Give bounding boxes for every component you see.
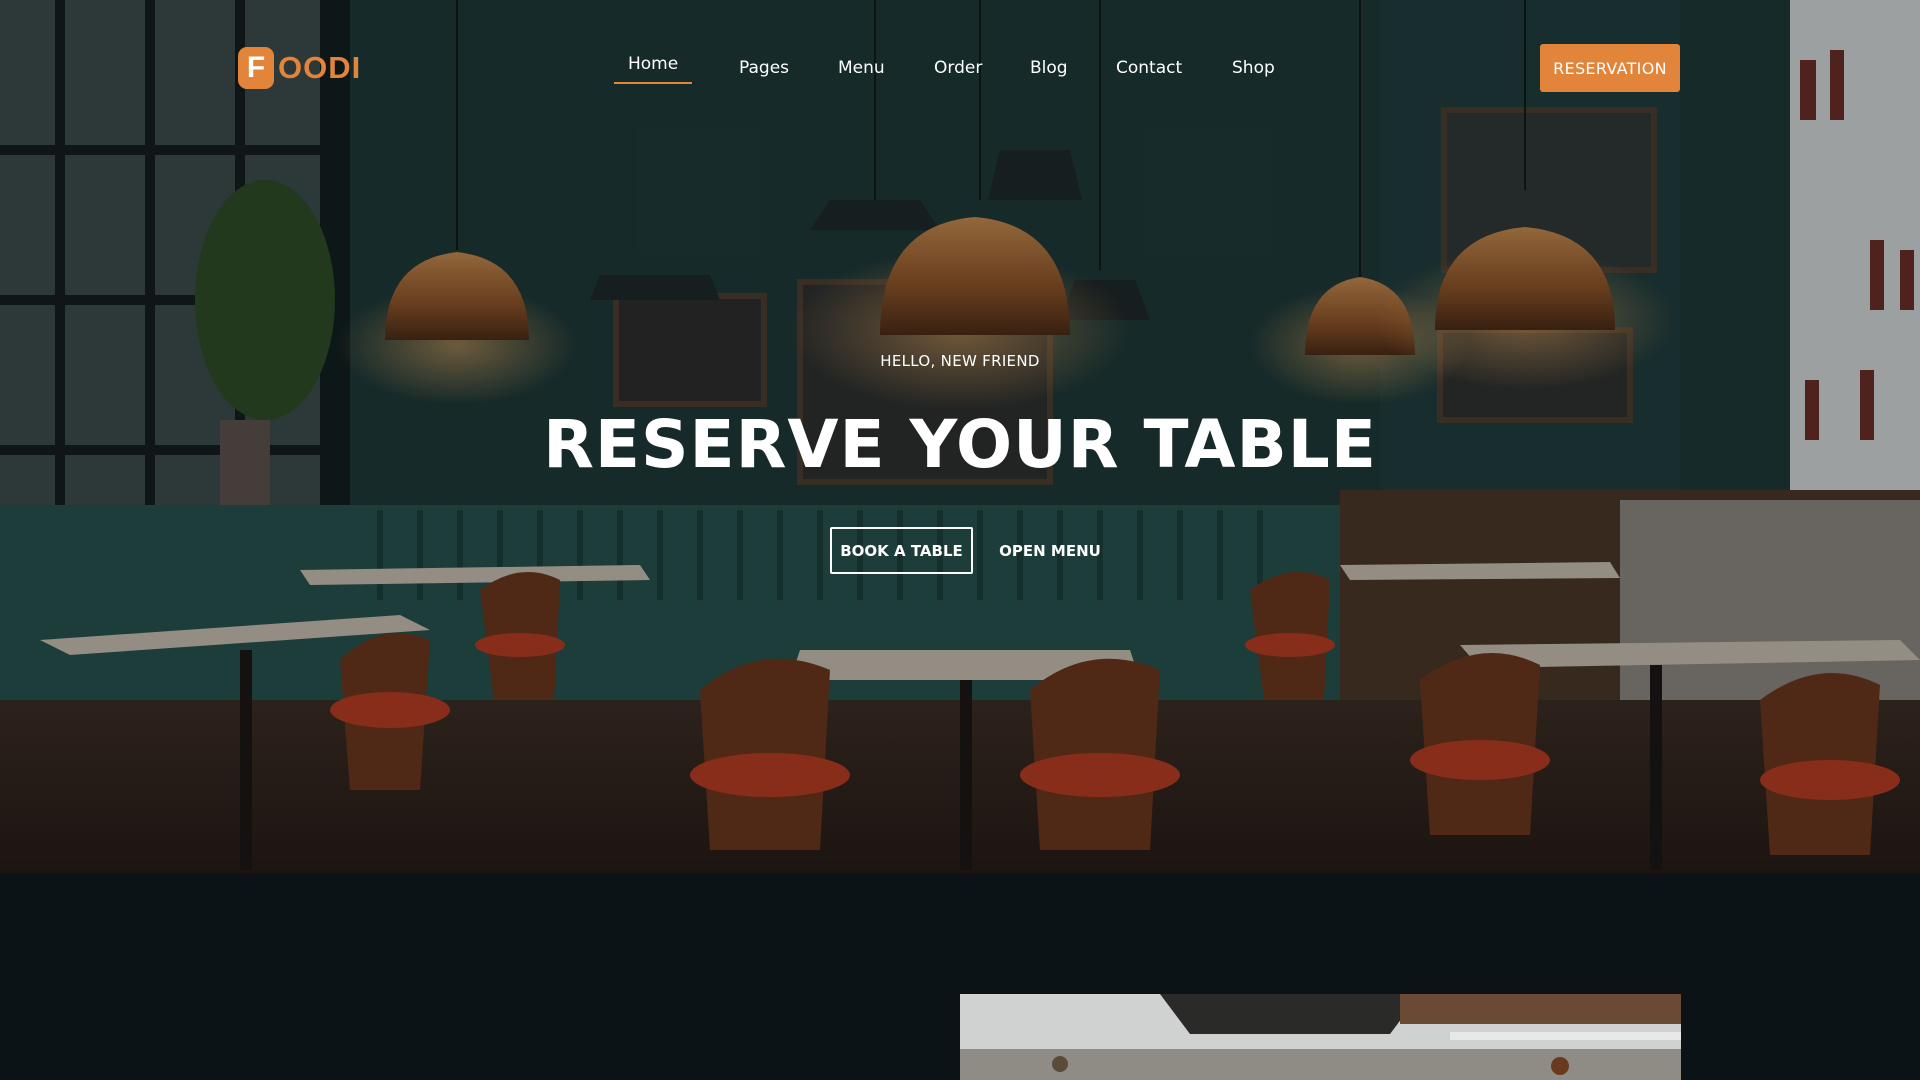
brand-logo[interactable]: F OODI [238, 46, 361, 90]
reservation-button[interactable]: RESERVATION [1540, 44, 1680, 92]
nav-shop[interactable]: Shop [1232, 50, 1275, 86]
hero-title: RESERVE YOUR TABLE [543, 406, 1377, 483]
hero-section: F OODI Home Pages Menu Order Blog Contac… [0, 0, 1920, 874]
nav-home[interactable]: Home [613, 46, 693, 84]
logo-wordmark: OODI [278, 50, 362, 85]
nav-menu[interactable]: Menu [838, 50, 885, 86]
nav-contact[interactable]: Contact [1116, 50, 1182, 86]
logo-badge: F [238, 47, 274, 89]
hero-subtitle: HELLO, NEW FRIEND [880, 352, 1040, 370]
kitchen-photo [960, 994, 1681, 1080]
about-section [0, 874, 1920, 1080]
nav-blog[interactable]: Blog [1030, 50, 1068, 86]
open-menu-button[interactable]: OPEN MENU [990, 527, 1110, 574]
book-table-button[interactable]: BOOK A TABLE [830, 527, 973, 574]
nav-pages[interactable]: Pages [739, 50, 789, 86]
nav-order[interactable]: Order [934, 50, 982, 86]
kitchen-photo-art [960, 994, 1681, 1080]
